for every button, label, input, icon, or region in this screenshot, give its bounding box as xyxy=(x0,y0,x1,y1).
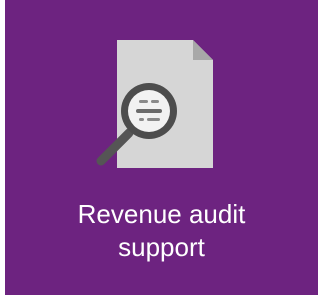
lens-line xyxy=(151,100,159,103)
lens-line xyxy=(136,109,162,113)
document-fold xyxy=(193,40,213,60)
lens-line xyxy=(147,118,160,121)
revenue-audit-support-tile[interactable]: Revenue audit support xyxy=(5,0,318,295)
tile-label-line-2: support xyxy=(118,232,205,262)
tile-label-line-1: Revenue audit xyxy=(77,199,246,229)
tile-label: Revenue audit support xyxy=(5,198,318,264)
document-magnifier-icon xyxy=(96,40,213,168)
lens-line xyxy=(139,100,148,103)
lens-line xyxy=(139,118,144,121)
